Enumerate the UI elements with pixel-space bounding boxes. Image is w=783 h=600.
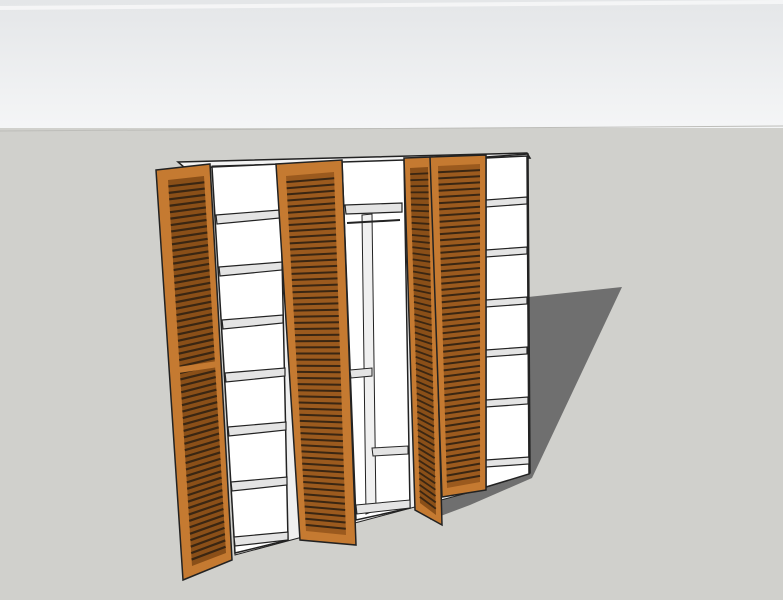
center-mid-shelf: [349, 367, 373, 379]
louver-slat: [298, 401, 342, 405]
center-top-shelf: [344, 202, 403, 215]
louver-slat: [292, 289, 338, 294]
louver-slat: [299, 407, 342, 411]
louver-slat: [411, 215, 430, 219]
sky: [0, 0, 783, 133]
louver-slat: [297, 376, 341, 380]
louver-slat: [410, 178, 429, 182]
louver-slat: [293, 314, 339, 318]
louver-slat: [294, 321, 339, 324]
louver-slat: [411, 221, 430, 225]
louver-slat: [298, 395, 342, 399]
wardrobe-illustration: [0, 0, 783, 600]
louver-slat: [297, 383, 342, 386]
louver-slat: [410, 172, 429, 175]
center-low-shelf: [371, 445, 409, 457]
louver-slat: [292, 296, 339, 300]
wardrobe-scene: [0, 0, 783, 600]
louver-slat: [293, 308, 339, 312]
louver-slat: [411, 209, 430, 213]
louver-slat: [293, 302, 339, 306]
louver-slat: [299, 413, 343, 418]
louver-slat: [298, 389, 342, 393]
louver-slat: [294, 327, 340, 331]
